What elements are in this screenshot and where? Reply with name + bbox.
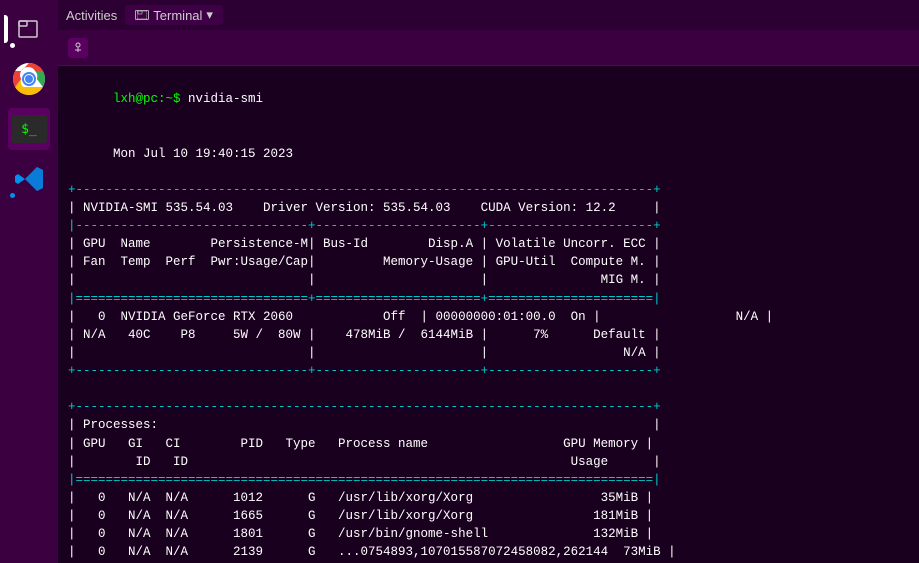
table-smi-header: | NVIDIA-SMI 535.54.03 Driver Version: 5…	[68, 199, 909, 217]
sidebar-item-terminal[interactable]: $_	[8, 108, 50, 150]
table-spacer	[68, 380, 909, 398]
command-1: nvidia-smi	[188, 92, 263, 106]
table-col-header-1: | GPU Name Persistence-M| Bus-Id Disp.A …	[68, 235, 909, 253]
window-chrome	[58, 30, 919, 66]
table-col-header-2: | Fan Temp Perf Pwr:Usage/Cap| Memory-Us…	[68, 253, 909, 271]
terminal-tab-label: Terminal	[153, 8, 202, 23]
sidebar-item-chrome[interactable]	[8, 58, 50, 100]
table-gpu-row-1: | 0 NVIDIA GeForce RTX 2060 Off | 000000…	[68, 308, 909, 326]
proc-col-2: | ID ID Usage |	[68, 453, 909, 471]
proc-separator: |=======================================…	[68, 471, 909, 489]
vscode-icon	[13, 163, 45, 195]
table-gpu-row-3: | | | N/A |	[68, 344, 909, 362]
sidebar-item-files[interactable]	[8, 8, 50, 50]
top-bar: Activities Terminal ▾	[58, 0, 919, 30]
active-dot	[10, 43, 15, 48]
proc-row-3: | 0 N/A N/A 1801 G /usr/bin/gnome-shell …	[68, 525, 909, 543]
proc-col-1: | GPU GI CI PID Type Process name GPU Me…	[68, 435, 909, 453]
terminal-tab[interactable]: Terminal ▾	[125, 5, 223, 25]
sidebar: $_	[0, 0, 58, 563]
terminal-icon: $_	[11, 115, 47, 143]
proc-row-4: | 0 N/A N/A 2139 G ...0754893,1070155870…	[68, 543, 909, 561]
sidebar-item-vscode[interactable]	[8, 158, 50, 200]
table-border-1: +---------------------------------------…	[68, 181, 909, 199]
vscode-dot	[10, 193, 15, 198]
table-separator-1: |===============================+=======…	[68, 290, 909, 308]
terminal-tab-icon	[135, 10, 149, 20]
proc-row-1: | 0 N/A N/A 1012 G /usr/lib/xorg/Xorg 35…	[68, 489, 909, 507]
files-icon	[15, 15, 43, 43]
main-area: Activities Terminal ▾ lxh@pc:~$ nvidia-s…	[58, 0, 919, 563]
command-line-1: lxh@pc:~$ nvidia-smi	[68, 72, 909, 126]
table-border-3: +-------------------------------+-------…	[68, 362, 909, 380]
table-col-header-3: | | | MIG M. |	[68, 271, 909, 289]
table-border-2: |-------------------------------+-------…	[68, 217, 909, 235]
proc-header: | Processes: |	[68, 416, 909, 434]
prompt-1: lxh@pc:~$	[113, 92, 188, 106]
proc-row-2: | 0 N/A N/A 1665 G /usr/lib/xorg/Xorg 18…	[68, 507, 909, 525]
chrome-icon	[11, 61, 47, 97]
date-line: Mon Jul 10 19:40:15 2023	[68, 126, 909, 180]
activities-button[interactable]: Activities	[66, 8, 117, 23]
terminal-content: lxh@pc:~$ nvidia-smi Mon Jul 10 19:40:15…	[58, 66, 919, 563]
window-pin-button[interactable]	[68, 38, 88, 58]
table-gpu-row-2: | N/A 40C P8 5W / 80W | 478MiB / 6144MiB…	[68, 326, 909, 344]
terminal-chevron: ▾	[206, 7, 213, 23]
proc-border-1: +---------------------------------------…	[68, 398, 909, 416]
